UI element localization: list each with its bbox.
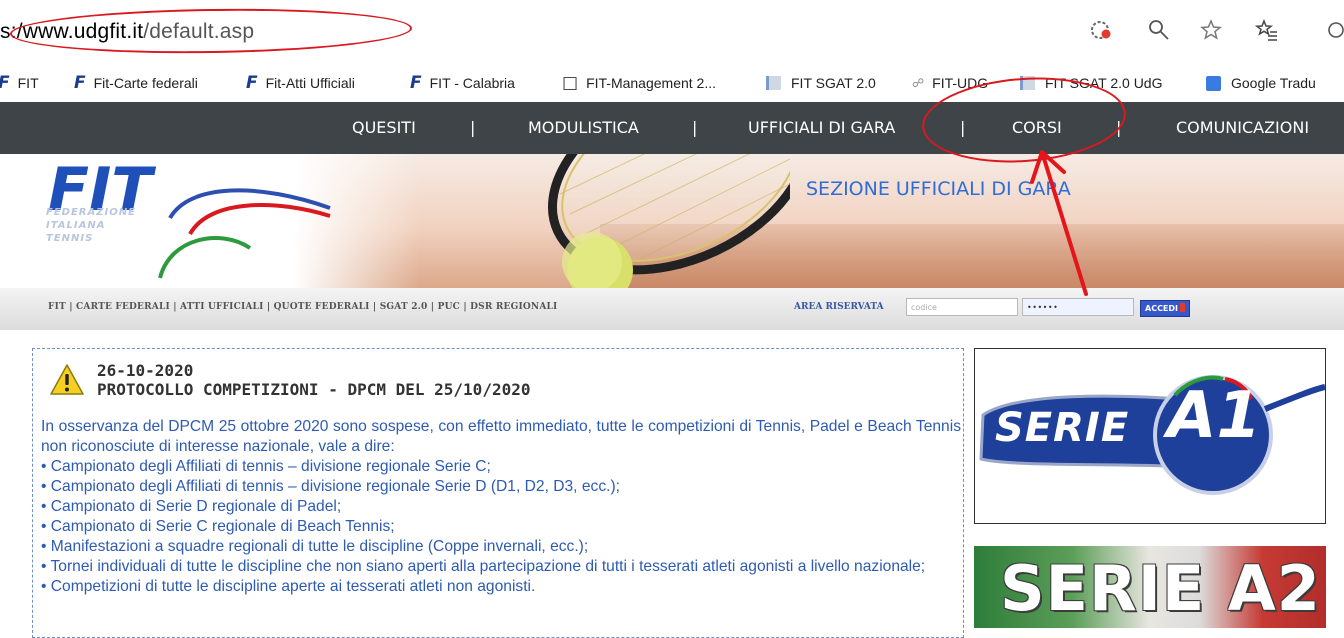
translate-icon	[1206, 75, 1221, 91]
nav-modulistica[interactable]: MODULISTICA	[528, 118, 639, 137]
bookmark-carte-federali[interactable]: F Fit-Carte federali	[74, 72, 198, 94]
fit-sub-line: TENNIS	[46, 233, 94, 244]
news-list-item: Tornei individuali di tutte le disciplin…	[41, 557, 961, 577]
news-list-item: Campionato degli Affiliati di tennis – d…	[41, 457, 961, 477]
fit-f-icon: F	[0, 73, 10, 93]
news-list-item: Competizioni di tutte le discipline aper…	[41, 577, 961, 597]
extension-icon[interactable]	[1088, 18, 1114, 44]
serie-a2-banner[interactable]: SERIE A2	[974, 546, 1326, 628]
bookmark-label: FIT-Management 2...	[586, 75, 717, 91]
bookmark-label: FIT - Calabria	[429, 75, 515, 91]
news-panel: 26-10-2020 PROTOCOLLO COMPETIZIONI - DPC…	[32, 348, 964, 638]
bookmark-label: Fit-Carte federali	[93, 75, 198, 91]
serie-a1-banner[interactable]: SERIE A1	[974, 348, 1326, 524]
fit-f-icon: F	[246, 73, 258, 93]
news-list-item: Campionato di Serie D regionale di Padel…	[41, 497, 961, 517]
serie-a1-number: A1	[1167, 379, 1262, 453]
sgat-icon	[766, 76, 781, 90]
fit-f-icon: F	[410, 73, 422, 93]
bookmark-atti-ufficiali[interactable]: F Fit-Atti Ufficiali	[246, 72, 355, 94]
site-banner: FIT FEDERAZIONE ITALIANA TENNIS SEZIONE …	[0, 154, 1344, 288]
browser-address-bar: s:/www.udgfit.it/default.asp	[0, 0, 1344, 64]
url-annotation-oval	[9, 6, 413, 56]
nav-separator: |	[470, 118, 476, 137]
nav-comunicazioni[interactable]: COMUNICAZIONI	[1176, 118, 1309, 137]
news-list-item: Campionato degli Affiliati di tennis – d…	[41, 477, 961, 497]
serie-a2-label: SERIE A2	[1000, 552, 1321, 625]
bookmark-fit-calabria[interactable]: F FIT - Calabria	[410, 72, 515, 94]
bookmark-label: FIT	[17, 75, 39, 91]
bookmark-fit-management[interactable]: □ FIT-Management 2...	[562, 72, 716, 94]
news-list: Campionato degli Affiliati di tennis – d…	[41, 457, 961, 597]
bookmark-fit-sgat[interactable]: FIT SGAT 2.0	[766, 72, 876, 94]
login-button[interactable]: ACCEDI	[1140, 300, 1191, 317]
warning-icon	[50, 364, 84, 395]
extra-icon[interactable]	[1322, 18, 1344, 44]
site-main-nav: QUESITI | MODULISTICA | UFFICIALI DI GAR…	[0, 102, 1344, 154]
news-list-item: Campionato di Serie C regionale di Beach…	[41, 517, 961, 537]
news-title[interactable]: PROTOCOLLO COMPETIZIONI - DPCM DEL 25/10…	[97, 380, 530, 399]
news-body: In osservanza del DPCM 25 ottobre 2020 s…	[41, 417, 961, 597]
tricolor-swoosh-icon	[158, 188, 331, 279]
password-field[interactable]: ••••••	[1022, 298, 1134, 316]
nav-ufficiali-di-gara[interactable]: UFFICIALI DI GARA	[748, 118, 895, 137]
reserved-area-label: AREA RISERVATA	[794, 302, 884, 312]
bookmark-label: Fit-Atti Ufficiali	[265, 75, 355, 91]
bookmark-label: Google Tradu	[1231, 75, 1316, 91]
tennis-racket-image	[547, 154, 790, 288]
fit-logo-subtitle: FEDERAZIONE ITALIANA TENNIS	[46, 206, 136, 245]
login-button-label: ACCEDI	[1145, 304, 1179, 313]
document-icon: □	[562, 73, 579, 93]
favorite-star-icon[interactable]	[1198, 18, 1224, 44]
fit-sub-line: ITALIANA	[46, 220, 106, 231]
annotation-arrow-icon	[1030, 150, 1088, 296]
code-field[interactable]: codice	[906, 298, 1018, 316]
news-date: 26-10-2020	[97, 361, 194, 380]
bookmarks-bar: F FIT F Fit-Carte federali F Fit-Atti Uffic…	[0, 64, 1344, 100]
news-list-item: Manifestazioni a squadre regionali di tu…	[41, 537, 961, 557]
fit-f-icon: F	[74, 73, 86, 93]
nav-quesiti[interactable]: QUESITI	[352, 118, 416, 137]
secondary-nav: FIT | CARTE FEDERALI | ATTI UFFICIALI | …	[0, 288, 1344, 330]
zoom-icon[interactable]	[1146, 18, 1172, 44]
udg-icon: ☍	[912, 76, 925, 90]
bookmark-label: FIT SGAT 2.0	[791, 75, 876, 91]
bookmark-google-translate[interactable]: Google Tradu	[1206, 72, 1316, 94]
fit-sub-line: FEDERAZIONE	[46, 207, 136, 218]
news-intro: In osservanza del DPCM 25 ottobre 2020 s…	[41, 418, 961, 455]
favorites-list-icon[interactable]	[1254, 18, 1280, 44]
login-arrow-icon	[1180, 303, 1186, 312]
serie-a1-label: SERIE	[995, 405, 1130, 451]
bookmark-fit[interactable]: F FIT	[0, 72, 39, 94]
nav-separator: |	[692, 118, 698, 137]
secondary-nav-links[interactable]: FIT | CARTE FEDERALI | ATTI UFFICIALI | …	[48, 302, 557, 312]
